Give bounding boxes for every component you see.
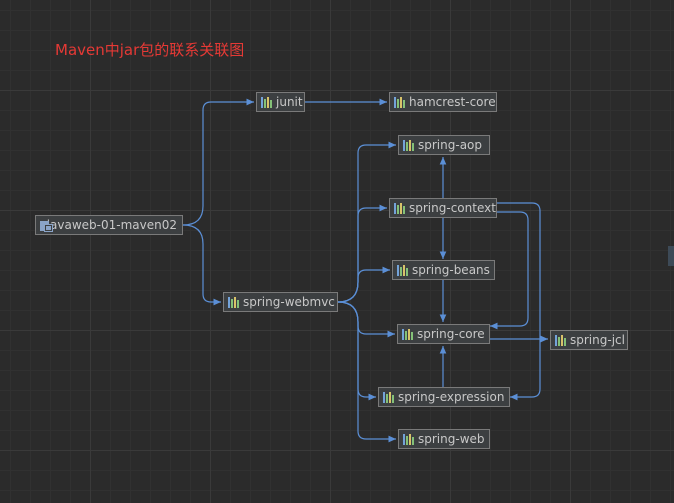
edge-webmvc-core bbox=[337, 301, 395, 338]
jar-library-icon bbox=[403, 433, 414, 445]
node-label: spring-jcl bbox=[570, 333, 625, 347]
node-spring-beans[interactable]: spring-beans bbox=[392, 260, 495, 280]
node-label: spring-context bbox=[409, 201, 496, 215]
jar-library-icon bbox=[383, 391, 394, 403]
jar-library-icon bbox=[555, 334, 566, 346]
node-label: spring-webmvc bbox=[243, 295, 335, 309]
jar-library-icon bbox=[403, 139, 414, 151]
node-spring-context[interactable]: spring-context bbox=[389, 198, 497, 218]
node-label: spring-web bbox=[418, 432, 485, 446]
edge-webmvc-web bbox=[337, 301, 396, 443]
edge-webmvc-context bbox=[337, 204, 387, 303]
node-label: javaweb-01-maven02 bbox=[46, 218, 177, 232]
node-spring-jcl[interactable]: spring-jcl bbox=[550, 330, 628, 350]
node-label: spring-beans bbox=[412, 263, 490, 277]
jar-library-icon bbox=[228, 296, 239, 308]
edge-context-expression bbox=[497, 202, 541, 401]
node-spring-expression[interactable]: spring-expression bbox=[378, 387, 510, 407]
node-junit[interactable]: junit bbox=[256, 92, 305, 112]
scrollbar-marker[interactable] bbox=[668, 246, 674, 266]
jar-library-icon bbox=[402, 328, 413, 340]
edge-webmvc-beans bbox=[337, 266, 390, 303]
edge-root-webmvc bbox=[182, 224, 221, 306]
node-spring-web[interactable]: spring-web bbox=[398, 429, 490, 449]
node-hamcrest-core[interactable]: hamcrest-core bbox=[389, 92, 497, 112]
node-spring-core[interactable]: spring-core bbox=[397, 324, 490, 344]
maven-module-icon bbox=[40, 219, 53, 232]
node-javaweb-01-maven02[interactable]: javaweb-01-maven02 bbox=[35, 215, 183, 235]
node-label: spring-core bbox=[417, 327, 485, 341]
dependency-edges bbox=[182, 98, 548, 443]
edge-webmvc-aop bbox=[337, 141, 396, 303]
node-label: junit bbox=[276, 95, 303, 109]
jar-library-icon bbox=[397, 264, 408, 276]
node-label: spring-expression bbox=[398, 390, 505, 404]
jar-library-icon bbox=[394, 202, 405, 214]
node-spring-aop[interactable]: spring-aop bbox=[398, 135, 490, 155]
jar-library-icon bbox=[261, 96, 272, 108]
node-label: hamcrest-core bbox=[409, 95, 496, 109]
node-label: spring-aop bbox=[418, 138, 483, 152]
jar-library-icon bbox=[394, 96, 405, 108]
edge-context-core bbox=[490, 211, 529, 330]
edge-root-junit bbox=[182, 98, 254, 226]
node-spring-webmvc[interactable]: spring-webmvc bbox=[223, 292, 338, 312]
diagram-canvas[interactable]: Maven中jar包的联系关联图 javaweb-01-maven02 juni… bbox=[0, 0, 674, 503]
